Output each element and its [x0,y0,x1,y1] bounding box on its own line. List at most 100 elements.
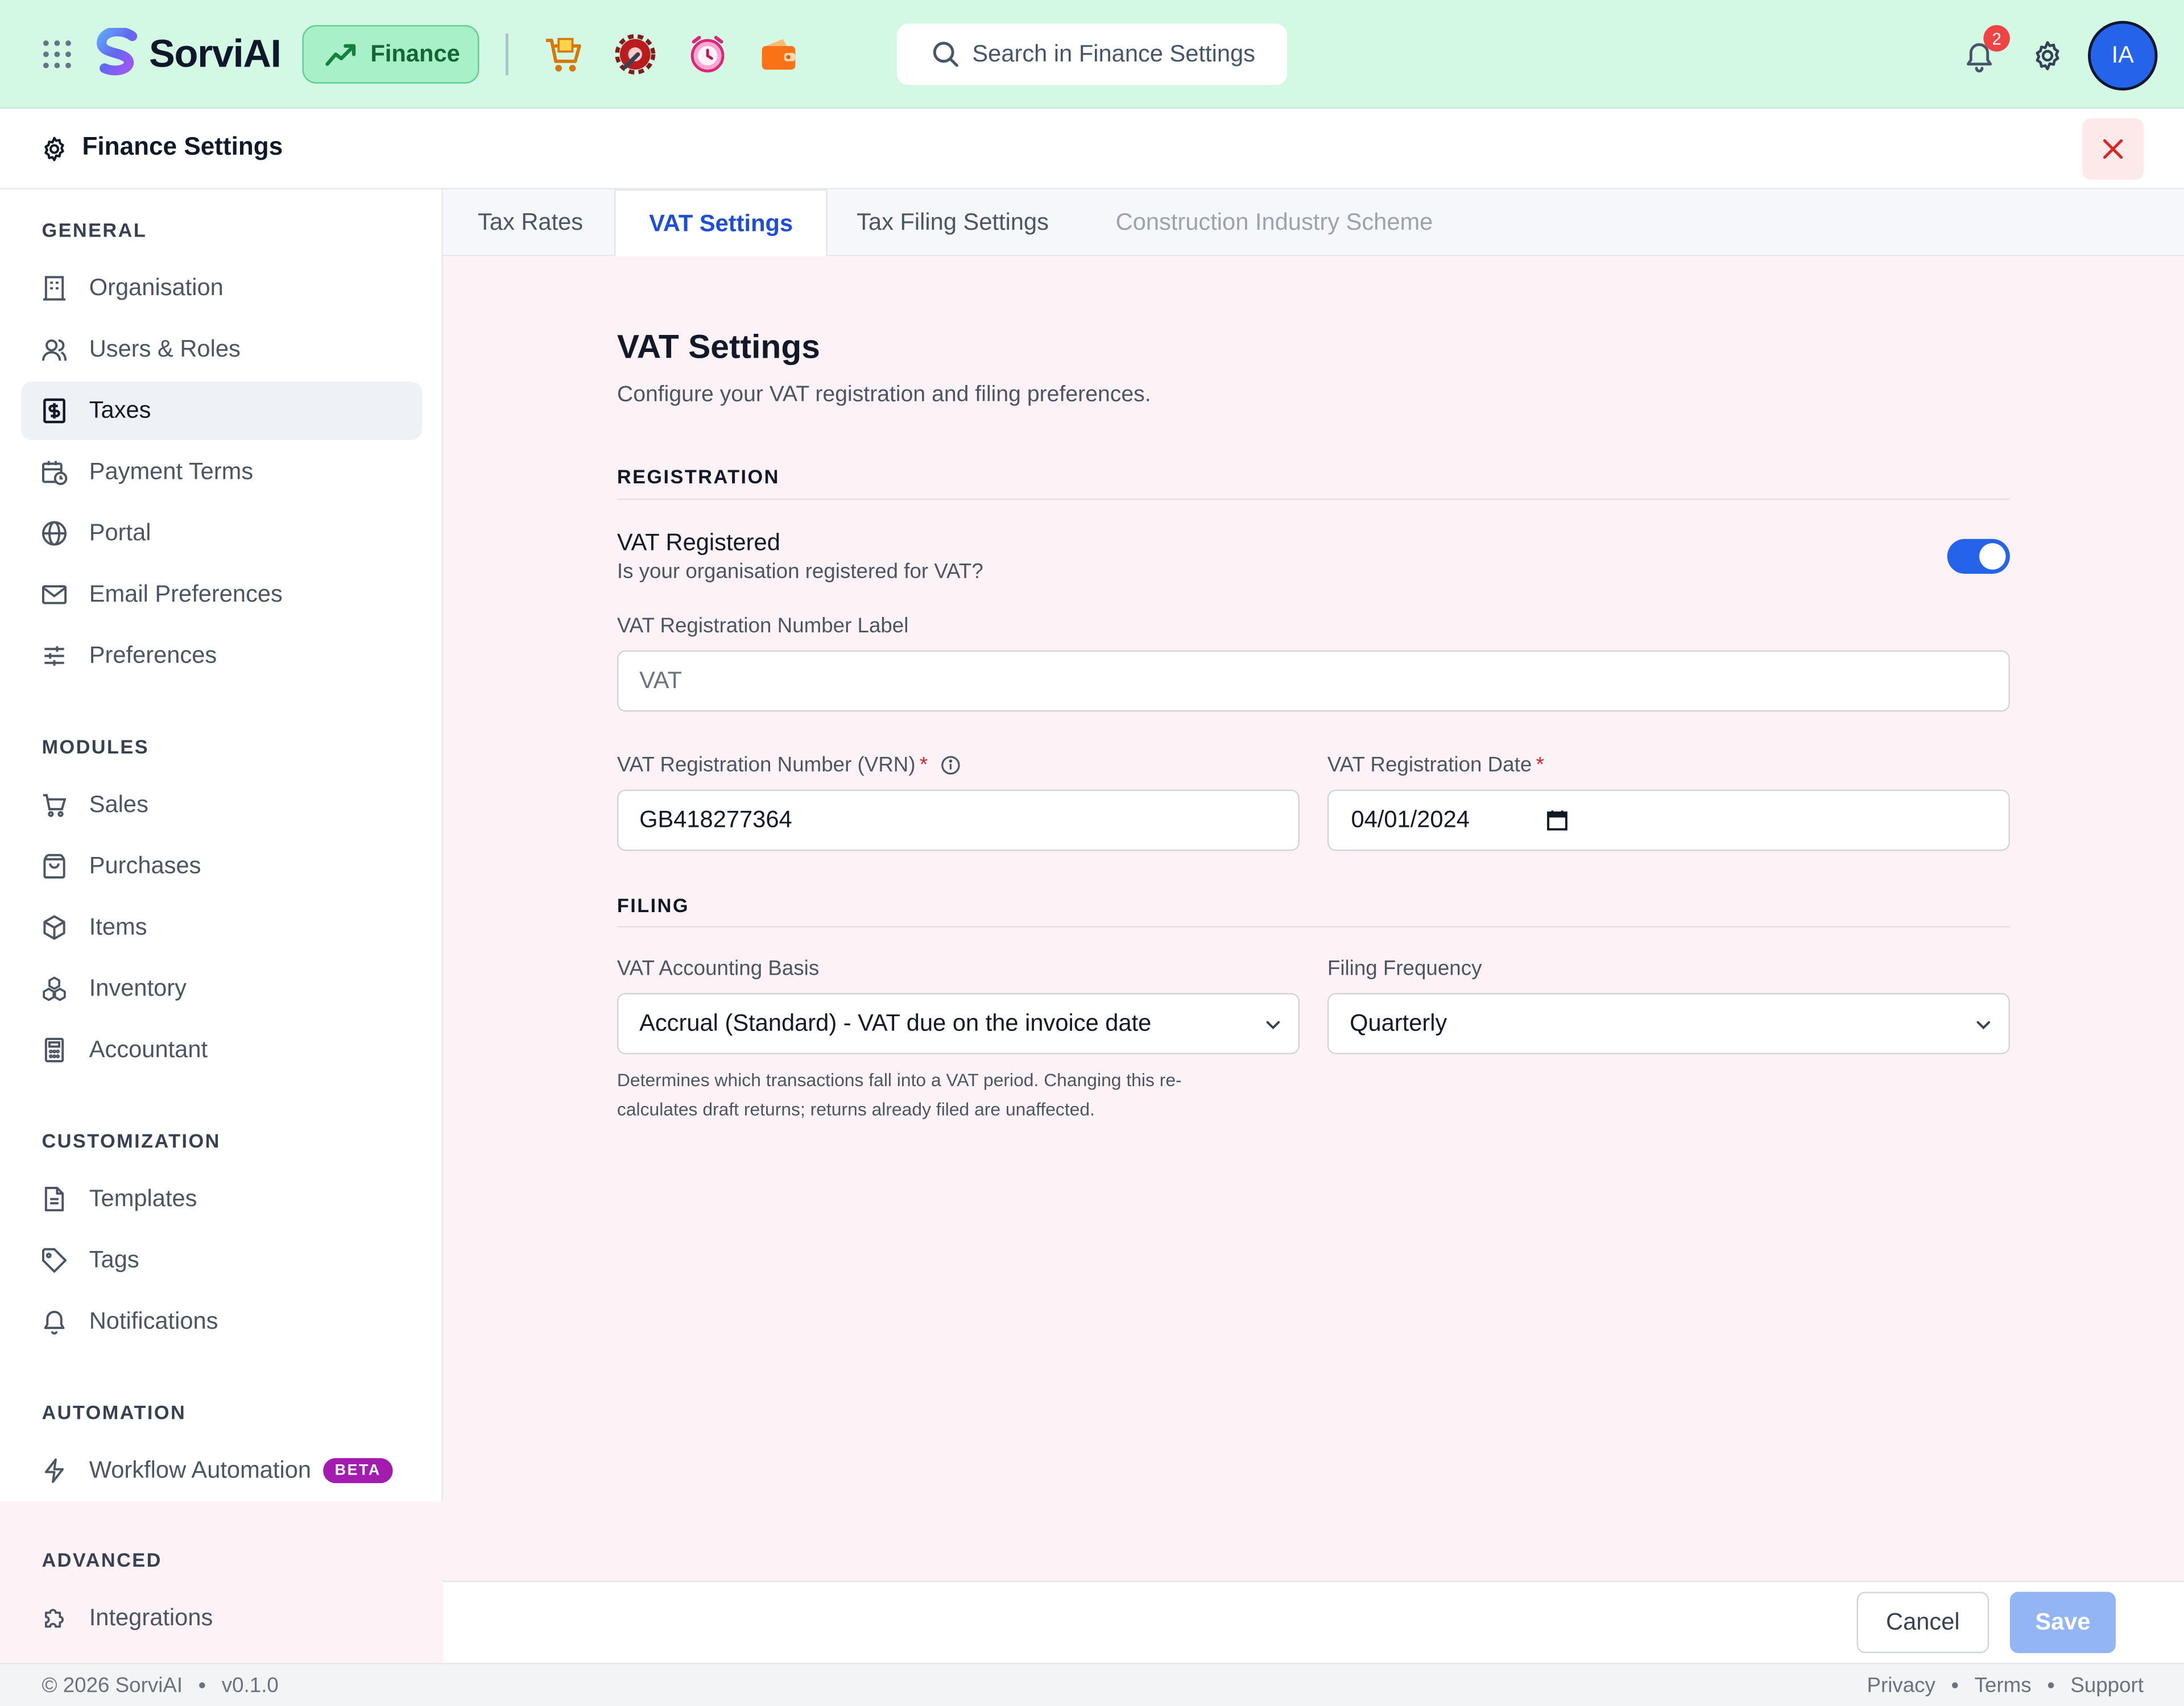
registration-date-input[interactable]: 04/01/2024 [1327,789,2010,851]
page-header: Finance Settings [0,109,2184,190]
boxes-icon [43,976,66,1001]
sidebar-item-notifications[interactable]: Notifications [21,1293,422,1351]
calendar-icon[interactable] [1546,809,1568,831]
privacy-link[interactable]: Privacy [1867,1674,1935,1698]
section-subtitle: Configure your VAT registration and fili… [617,383,1151,407]
sidebar-item-users-roles[interactable]: Users & Roles [21,320,422,379]
search-input[interactable]: Search in Finance Settings [972,40,1255,68]
gear-wrench-icon[interactable] [614,34,656,75]
sidebar-item-tags[interactable]: Tags [21,1231,422,1290]
file-icon [44,1187,64,1212]
date-label-text: VAT Registration Date [1327,753,1532,777]
cart-icon [43,794,67,817]
app-logo[interactable]: SorviAI [93,27,282,81]
dollar-receipt-icon [43,398,65,424]
accounting-basis-value: Accrual (Standard) - VAT due on the invo… [639,1009,1152,1037]
divider [617,926,2010,928]
close-icon [2103,139,2123,159]
sidebar-item-portal[interactable]: Portal [21,504,422,563]
terms-link[interactable]: Terms [1975,1674,2032,1698]
tab-tax-rates[interactable]: Tax Rates [478,189,583,256]
sidebar-item-purchases[interactable]: Purchases [21,837,422,896]
bag-icon [43,854,65,879]
accounting-basis-select[interactable]: Accrual (Standard) - VAT due on the invo… [617,993,1300,1054]
separator-dot: ● [1950,1678,1959,1693]
separator-dot: ● [198,1678,206,1693]
required-marker: * [919,753,928,777]
sidebar-item-label: Inventory [89,975,187,1001]
top-bar: SorviAI Finance Search in Finance Settin… [0,0,2184,109]
sidebar-item-integrations[interactable]: Integrations [21,1589,422,1647]
sidebar-item-label: Integrations [89,1604,213,1631]
chevron-down-icon [1266,1021,1280,1030]
sidebar-section-customization: CUSTOMIZATION [42,1129,221,1152]
vrn-label-input[interactable]: VAT [617,650,2010,712]
chevron-down-icon [1976,1021,1991,1030]
support-link[interactable]: Support [2070,1674,2144,1698]
vrn-input[interactable]: GB418277364 [617,789,1300,851]
sidebar-item-label: Preferences [89,641,217,669]
sidebar-item-label: Taxes [89,396,151,424]
sidebar-item-label: Tags [89,1246,139,1273]
puzzle-icon [44,1609,64,1628]
app-root: SorviAI Finance Search in Finance Settin… [0,0,2184,1706]
sidebar-item-workflow-automation[interactable]: Workflow Automation BETA [21,1442,422,1500]
save-button[interactable]: Save [2009,1592,2116,1653]
module-label: Finance [370,40,460,67]
cart-icon[interactable] [542,34,584,75]
sidebar-item-label: Organisation [89,274,224,301]
vat-settings-panel [442,256,2184,1581]
tab-vat-settings[interactable]: VAT Settings [614,189,828,258]
tag-icon [42,1248,67,1273]
box-icon [43,915,65,940]
app-name: SorviAI [149,32,282,76]
divider [617,498,2010,500]
notification-count-badge: 2 [1983,25,2010,52]
users-icon [42,339,67,361]
module-switcher-finance[interactable]: Finance [302,25,479,84]
app-launcher-icon[interactable] [42,39,72,70]
group-filing-title: FILING [617,894,689,917]
settings-gear-icon[interactable] [2031,39,2065,73]
info-icon[interactable] [940,755,961,776]
help-line: calculates draft returns; returns alread… [617,1099,1095,1120]
close-button[interactable] [2082,118,2144,180]
section-title: VAT Settings [617,328,820,367]
sidebar-item-templates[interactable]: Templates [21,1170,422,1228]
required-marker: * [1536,753,1544,777]
sidebar-item-email-preferences[interactable]: Email Preferences [21,565,422,624]
search-bar[interactable]: Search in Finance Settings [897,23,1287,85]
building-icon [43,276,66,301]
sidebar-item-items[interactable]: Items [21,898,422,957]
mail-icon [42,585,67,604]
calculator-icon [44,1037,64,1063]
trend-up-icon [325,44,356,66]
accounting-basis-label: VAT Accounting Basis [617,956,820,981]
page-title: Finance Settings [82,132,283,160]
alarm-clock-icon[interactable] [686,34,728,75]
footer: © 2026 SorviAI ● v0.1.0 Privacy ● Terms … [0,1663,2184,1706]
sidebar-item-payment-terms[interactable]: Payment Terms [21,443,422,502]
sidebar-item-inventory[interactable]: Inventory [21,959,422,1018]
sidebar-item-label: Sales [89,791,148,818]
sidebar-section-modules: MODULES [42,735,150,758]
calendar-clock-icon [42,461,68,485]
logo-mark-icon [93,27,143,81]
sidebar-item-preferences[interactable]: Preferences [21,627,422,685]
cancel-button[interactable]: Cancel [1856,1592,1989,1653]
user-avatar[interactable]: IA [2088,20,2158,91]
tab-construction-industry-scheme: Construction Industry Scheme [1115,209,1433,235]
sidebar-item-label: Email Preferences [89,581,283,607]
sidebar-item-sales[interactable]: Sales [21,776,422,834]
sidebar-item-taxes[interactable]: Taxes [20,382,423,440]
separator-dot: ● [2046,1678,2055,1693]
tab-tax-filing-settings[interactable]: Tax Filing Settings [857,189,1049,256]
sidebar-item-organisation[interactable]: Organisation [21,259,422,318]
wallet-icon[interactable] [758,34,799,75]
vat-registered-toggle[interactable] [1947,539,2010,574]
beta-badge: BETA [324,1458,392,1484]
filing-frequency-select[interactable]: Quarterly [1327,993,2010,1054]
sidebar-section-general: GENERAL [42,218,147,241]
sidebar-item-accountant[interactable]: Accountant [21,1021,422,1079]
tab-bar: Tax Rates VAT Settings Tax Filing Settin… [442,189,2184,258]
